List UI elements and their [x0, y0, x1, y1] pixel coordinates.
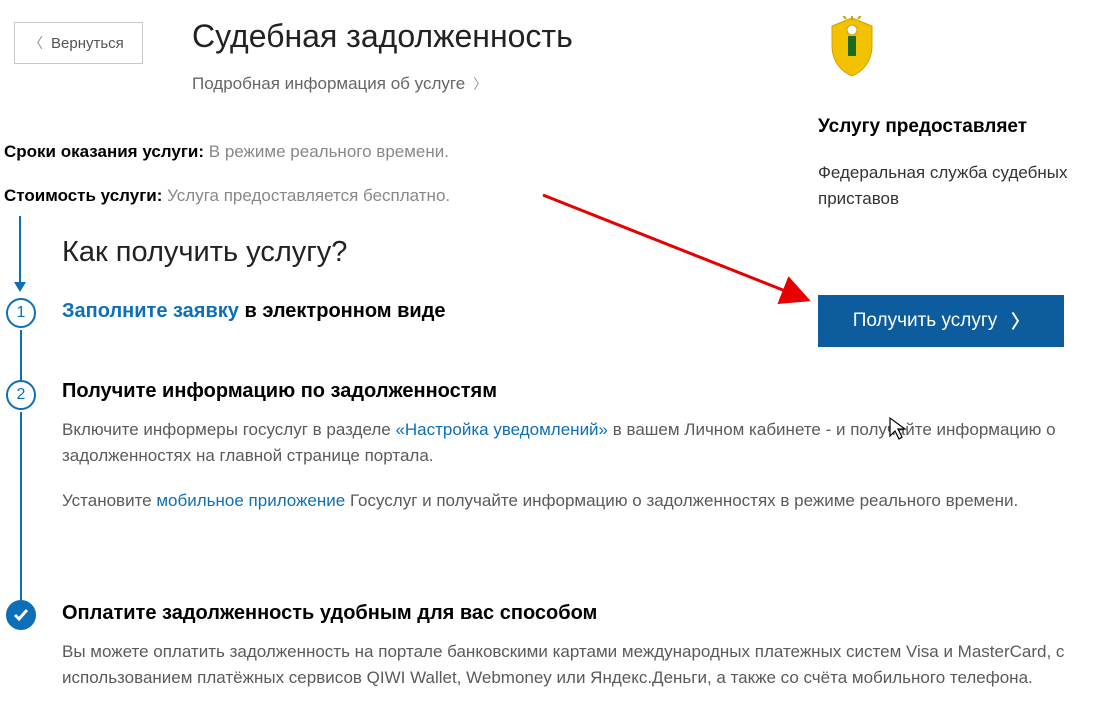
step-2-text-1: Включите информеры госуслуг в разделе «Н… [62, 417, 1072, 470]
timing-value: В режиме реального времени. [209, 142, 449, 161]
provider-logo-icon [824, 16, 880, 78]
page-title: Судебная задолженность [192, 18, 573, 55]
cta-label: Получить услугу [853, 310, 998, 332]
how-title: Как получить услугу? [62, 236, 347, 269]
back-button[interactable]: 〈 Вернуться [14, 22, 143, 64]
provider-title: Услугу предоставляет [818, 116, 1027, 138]
step-3-text: Вы можете оплатить задолженность на порт… [62, 639, 1072, 692]
step-3-marker [6, 600, 36, 630]
service-cost: Стоимость услуги: Услуга предоставляется… [4, 186, 450, 206]
timing-label: Сроки оказания услуги: [4, 142, 204, 161]
step-1: Заполните заявку в электронном виде [62, 300, 446, 323]
service-timing: Сроки оказания услуги: В режиме реальног… [4, 142, 449, 162]
step-1-link[interactable]: Заполните заявку [62, 300, 239, 322]
step-3-title: Оплатите задолженность удобным для вас с… [62, 602, 1072, 625]
step-3: Оплатите задолженность удобным для вас с… [62, 602, 1072, 692]
check-icon [12, 606, 30, 624]
chevron-right-icon: 〉 [1011, 308, 1029, 334]
notifications-settings-link[interactable]: «Настройка уведомлений» [395, 420, 608, 439]
cost-label: Стоимость услуги: [4, 186, 162, 205]
step-1-marker: 1 [6, 298, 36, 328]
timeline-line [20, 412, 22, 600]
step-2: Получите информацию по задолженностям Вк… [62, 380, 1072, 514]
step-2-marker: 2 [6, 380, 36, 410]
details-link[interactable]: Подробная информация об услуге 〉 [192, 74, 487, 94]
step-1-title: Заполните заявку в электронном виде [62, 300, 446, 323]
timeline-arrow-icon [19, 216, 21, 290]
back-button-label: Вернуться [51, 35, 124, 52]
details-link-label: Подробная информация об услуге [192, 74, 465, 94]
provider-name: Федеральная служба судебных приставов [818, 160, 1078, 211]
annotation-arrow-icon [538, 190, 828, 320]
step-2-title: Получите информацию по задолженностям [62, 380, 1072, 403]
get-service-button[interactable]: Получить услугу 〉 [818, 295, 1064, 347]
mobile-app-link[interactable]: мобильное приложение [156, 491, 345, 510]
chevron-right-icon: 〉 [473, 74, 487, 94]
step-2-text-2: Установите мобильное приложение Госуслуг… [62, 488, 1072, 514]
timeline-line [20, 330, 22, 380]
cost-value: Услуга предоставляется бесплатно. [167, 186, 450, 205]
chevron-left-icon: 〈 [29, 33, 43, 53]
